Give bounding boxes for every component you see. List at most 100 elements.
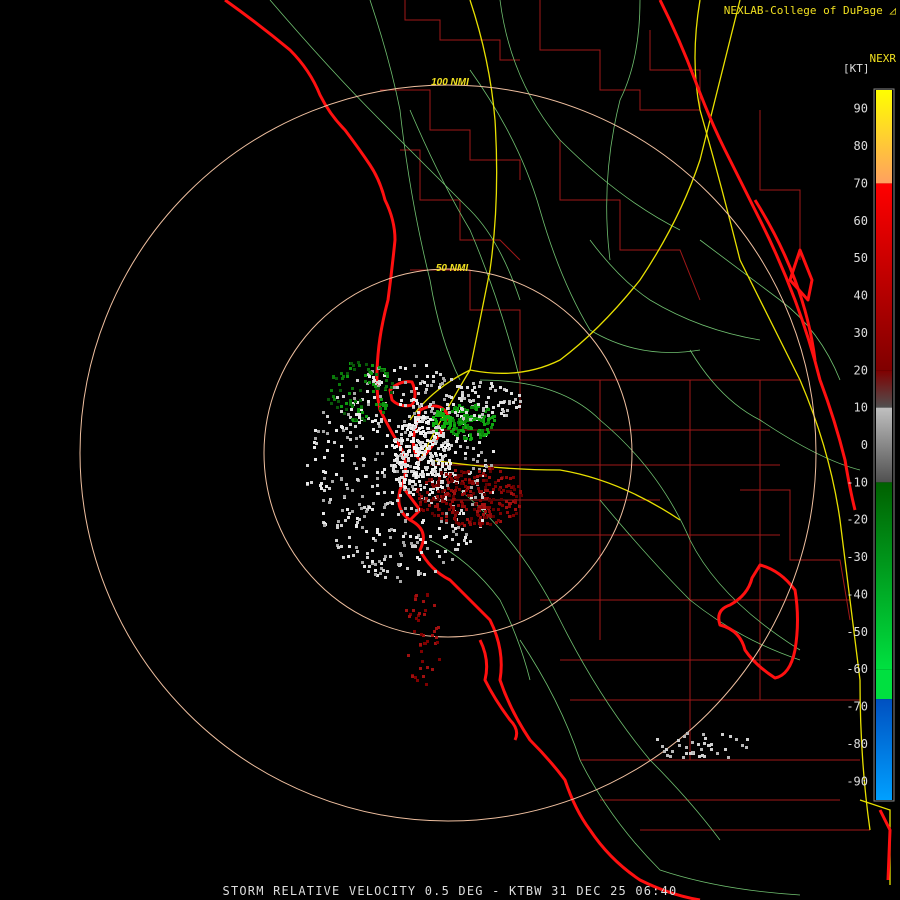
- radar-echo-pixel: [505, 414, 508, 417]
- radar-echo-pixel: [336, 526, 339, 529]
- radar-echo-pixel: [371, 508, 374, 511]
- radar-echo-pixel: [426, 473, 429, 476]
- radar-echo-pixel: [345, 483, 348, 486]
- radar-echo-pixel: [497, 508, 500, 511]
- radar-echo-pixel: [365, 530, 368, 533]
- radar-echo-pixel: [362, 464, 365, 467]
- radar-echo-pixel: [390, 386, 393, 389]
- legend-segment: [876, 370, 892, 408]
- radar-echo-pixel: [502, 401, 505, 404]
- radar-echo-pixel: [409, 535, 412, 538]
- radar-echo-pixel: [355, 524, 358, 527]
- radar-echo-pixel: [436, 495, 439, 498]
- radar-echo-pixel: [468, 481, 471, 484]
- radar-echo-pixel: [505, 500, 508, 503]
- radar-echo-pixel: [346, 372, 349, 375]
- legend-tick-label: -40: [846, 587, 868, 601]
- radar-echo-pixel: [417, 573, 420, 576]
- radar-echo-pixel: [348, 545, 351, 548]
- radar-echo-pixel: [408, 482, 411, 485]
- radar-echo-pixel: [342, 556, 345, 559]
- radar-echo-pixel: [441, 490, 444, 493]
- radar-echo-pixel: [430, 431, 433, 434]
- legend-tick-label: 0: [861, 438, 868, 452]
- radar-echo-pixel: [471, 389, 474, 392]
- radar-echo-pixel: [314, 437, 317, 440]
- radar-echo-pixel: [464, 478, 467, 481]
- radar-echo-pixel: [458, 397, 461, 400]
- radar-echo-pixel: [342, 375, 345, 378]
- radar-echo-pixel: [430, 454, 433, 457]
- radar-echo-pixel: [371, 420, 374, 423]
- radar-echo-pixel: [346, 508, 349, 511]
- radar-echo-pixel: [378, 425, 381, 428]
- radar-echo-pixel: [443, 500, 446, 503]
- radar-echo-pixel: [477, 487, 480, 490]
- radar-echo-pixel: [424, 411, 427, 414]
- radar-echo-pixel: [422, 675, 425, 678]
- radar-echo-pixel: [454, 527, 457, 530]
- radar-echo-pixel: [415, 536, 418, 539]
- radar-echo-pixel: [356, 550, 359, 553]
- radar-echo-pixel: [415, 375, 418, 378]
- radar-echo-pixel: [509, 477, 512, 480]
- radar-echo-pixel: [490, 382, 493, 385]
- radar-echo-pixel: [449, 421, 452, 424]
- radar-echo-pixel: [404, 404, 407, 407]
- radar-echo-pixel: [702, 733, 705, 736]
- radar-echo-pixel: [464, 457, 467, 460]
- radar-echo-pixel: [451, 538, 454, 541]
- radar-echo-pixel: [426, 491, 429, 494]
- radar-echo-pixel: [512, 514, 515, 517]
- radar-echo-pixel: [397, 563, 400, 566]
- radar-echo-pixel: [484, 474, 487, 477]
- radar-echo-pixel: [323, 477, 326, 480]
- radar-echo-pixel: [514, 508, 517, 511]
- radar-echo-pixel: [425, 364, 428, 367]
- radar-echo-pixel: [355, 437, 358, 440]
- radar-echo-pixel: [412, 488, 415, 491]
- radar-echo-pixel: [335, 377, 338, 380]
- radar-echo-pixel: [351, 489, 354, 492]
- radar-echo-pixel: [501, 504, 504, 507]
- radar-echo-pixel: [384, 576, 387, 579]
- radar-echo-pixel: [345, 408, 348, 411]
- radar-echo-pixel: [466, 414, 469, 417]
- radar-echo-pixel: [476, 475, 479, 478]
- radar-echo-pixel: [491, 385, 494, 388]
- radar-echo-pixel: [460, 407, 463, 410]
- radar-echo-pixel: [508, 515, 511, 518]
- radar-echo-pixel: [415, 509, 418, 512]
- radar-echo-pixel: [426, 666, 429, 669]
- radar-echo-pixel: [449, 503, 452, 506]
- radar-echo-pixel: [448, 475, 451, 478]
- radar-echo-pixel: [424, 391, 427, 394]
- radar-echo-pixel: [418, 497, 421, 500]
- ring-label-50: 50 NMI: [436, 263, 468, 274]
- radar-echo-pixel: [446, 484, 449, 487]
- radar-echo-pixel: [449, 462, 452, 465]
- radar-echo-pixel: [462, 512, 465, 515]
- radar-echo-pixel: [450, 506, 453, 509]
- radar-echo-pixel: [487, 431, 490, 434]
- radar-echo-pixel: [399, 482, 402, 485]
- radar-echo-pixel: [413, 426, 416, 429]
- radar-echo-pixel: [374, 385, 377, 388]
- radar-echo-pixel: [359, 399, 362, 402]
- radar-echo-pixel: [441, 512, 444, 515]
- radar-echo-pixel: [515, 512, 518, 515]
- radar-echo-pixel: [371, 485, 374, 488]
- radar-echo-pixel: [431, 668, 434, 671]
- radar-echo-pixel: [433, 604, 436, 607]
- radar-echo-pixel: [435, 371, 438, 374]
- radar-echo-pixel: [482, 479, 485, 482]
- radar-echo-pixel: [487, 421, 490, 424]
- radar-echo-pixel: [461, 391, 464, 394]
- radar-echo-pixel: [340, 410, 343, 413]
- radar-echo-pixel: [451, 500, 454, 503]
- radar-echo-pixel: [399, 552, 402, 555]
- radar-echo-pixel: [379, 403, 382, 406]
- radar-echo-pixel: [500, 498, 503, 501]
- radar-echo-pixel: [506, 511, 509, 514]
- radar-echo-pixel: [376, 471, 379, 474]
